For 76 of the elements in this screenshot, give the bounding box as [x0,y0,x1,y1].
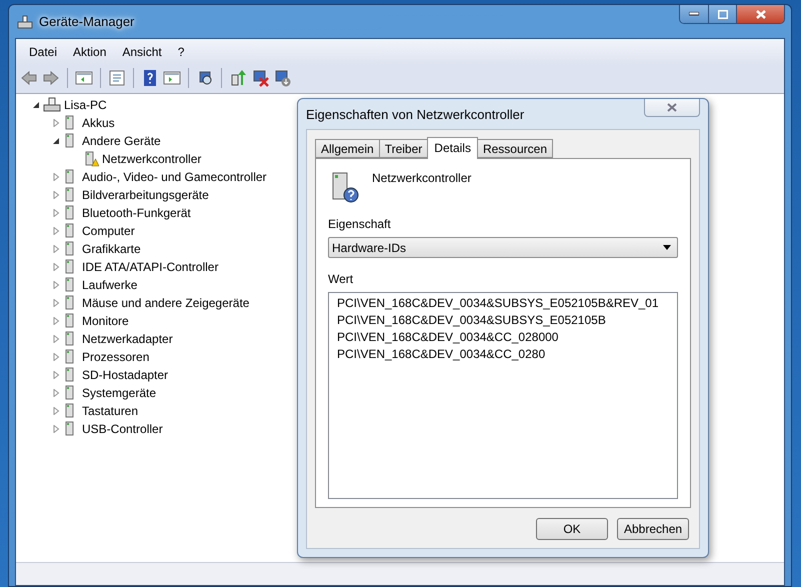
menu-item[interactable]: Aktion [66,45,114,59]
expanded-arrow-icon[interactable] [52,137,60,145]
tab[interactable]: Ressourcen [476,139,553,158]
minimize-icon [689,12,699,16]
collapsed-arrow-icon[interactable] [52,407,60,415]
tree-item[interactable]: Tastaturen [82,404,138,418]
device-name: Netzwerkcontroller [372,171,472,185]
tree-item[interactable]: Netzwerkcontroller [102,152,202,166]
value-item[interactable]: PCI\VEN_168C&DEV_0034&CC_0280 [337,347,669,364]
minimize-button[interactable] [680,5,708,23]
maximize-icon [718,10,728,18]
close-icon [756,10,766,18]
tab[interactable]: Treiber [378,139,428,158]
collapsed-arrow-icon[interactable] [52,245,60,253]
collapsed-arrow-icon[interactable] [52,227,60,235]
collapsed-arrow-icon[interactable] [52,263,60,271]
tree-item[interactable]: Grafikkarte [82,242,141,256]
collapsed-arrow-icon[interactable] [52,371,60,379]
cancel-button[interactable]: Abbrechen [617,518,689,540]
tree-item[interactable]: Prozessoren [82,350,150,364]
back-arrow-icon[interactable] [20,69,38,87]
menu-item[interactable]: ? [170,45,192,59]
dialog-title: Eigenschaften von Netzwerkcontroller [306,106,524,122]
tree-item[interactable]: Bluetooth-Funkgerät [82,206,191,220]
tree-item[interactable]: Bildverarbeitungsgeräte [82,188,209,202]
property-dropdown[interactable]: Hardware-IDs [328,237,678,258]
collapsed-arrow-icon[interactable] [52,353,60,361]
menu-item[interactable]: Datei [22,45,64,59]
panel-icon[interactable] [75,69,93,87]
tree-item[interactable]: Computer [82,224,135,238]
panel-icon[interactable] [163,69,181,87]
properties-icon[interactable] [108,69,126,87]
tree-item[interactable]: Monitore [82,314,129,328]
close-button[interactable] [736,5,784,23]
collapsed-arrow-icon[interactable] [52,299,60,307]
tab[interactable]: Allgemein [315,139,380,158]
tree-item[interactable]: Systemgeräte [82,386,156,400]
value-item[interactable]: PCI\VEN_168C&DEV_0034&SUBSYS_E052105B&REV_01 [337,296,669,313]
tab[interactable]: Details [427,137,478,159]
forward-arrow-icon[interactable] [42,69,60,87]
close-icon [667,103,677,112]
tree-item[interactable]: Audio-, Video- und Gamecontroller [82,170,267,184]
computer-icon [43,97,61,113]
value-label: Wert [328,272,354,286]
ok-button[interactable]: OK [536,518,608,540]
window-title: Geräte-Manager [39,14,136,29]
value-item[interactable]: PCI\VEN_168C&DEV_0034&SUBSYS_E052105B [337,313,669,330]
collapsed-arrow-icon[interactable] [52,191,60,199]
tree-item[interactable]: Andere Geräte [82,134,161,148]
collapsed-arrow-icon[interactable] [52,209,60,217]
collapsed-arrow-icon[interactable] [52,425,60,433]
property-label: Eigenschaft [328,217,392,231]
collapsed-arrow-icon[interactable] [52,119,60,127]
menu-item[interactable]: Ansicht [115,45,169,59]
help-icon[interactable] [141,69,159,87]
uninstall-icon[interactable] [251,69,269,87]
tree-item[interactable]: Laufwerke [82,278,138,292]
collapsed-arrow-icon[interactable] [52,317,60,325]
collapsed-arrow-icon[interactable] [52,389,60,397]
tree-item[interactable]: USB-Controller [82,422,163,436]
tree-item[interactable]: SD-Hostadapter [82,368,168,382]
tree-item[interactable]: Netzwerkadapter [82,332,173,346]
value-item[interactable]: PCI\VEN_168C&DEV_0034&CC_028000 [337,330,669,347]
tree-item[interactable]: Mäuse und andere Zeigegeräte [82,296,250,310]
close-button[interactable] [644,99,700,117]
maximize-button[interactable] [708,5,736,23]
tree-item[interactable]: IDE ATA/ATAPI-Controller [82,260,218,274]
collapsed-arrow-icon[interactable] [52,281,60,289]
collapsed-arrow-icon[interactable] [52,173,60,181]
expanded-arrow-icon[interactable] [32,101,40,109]
device-manager-icon [17,14,33,30]
tree-item[interactable]: Lisa-PC [64,98,107,112]
tree-item[interactable]: Akkus [82,116,115,130]
dropdown-caret-icon [663,245,671,250]
update-icon[interactable] [229,69,247,87]
collapsed-arrow-icon[interactable] [52,335,60,343]
